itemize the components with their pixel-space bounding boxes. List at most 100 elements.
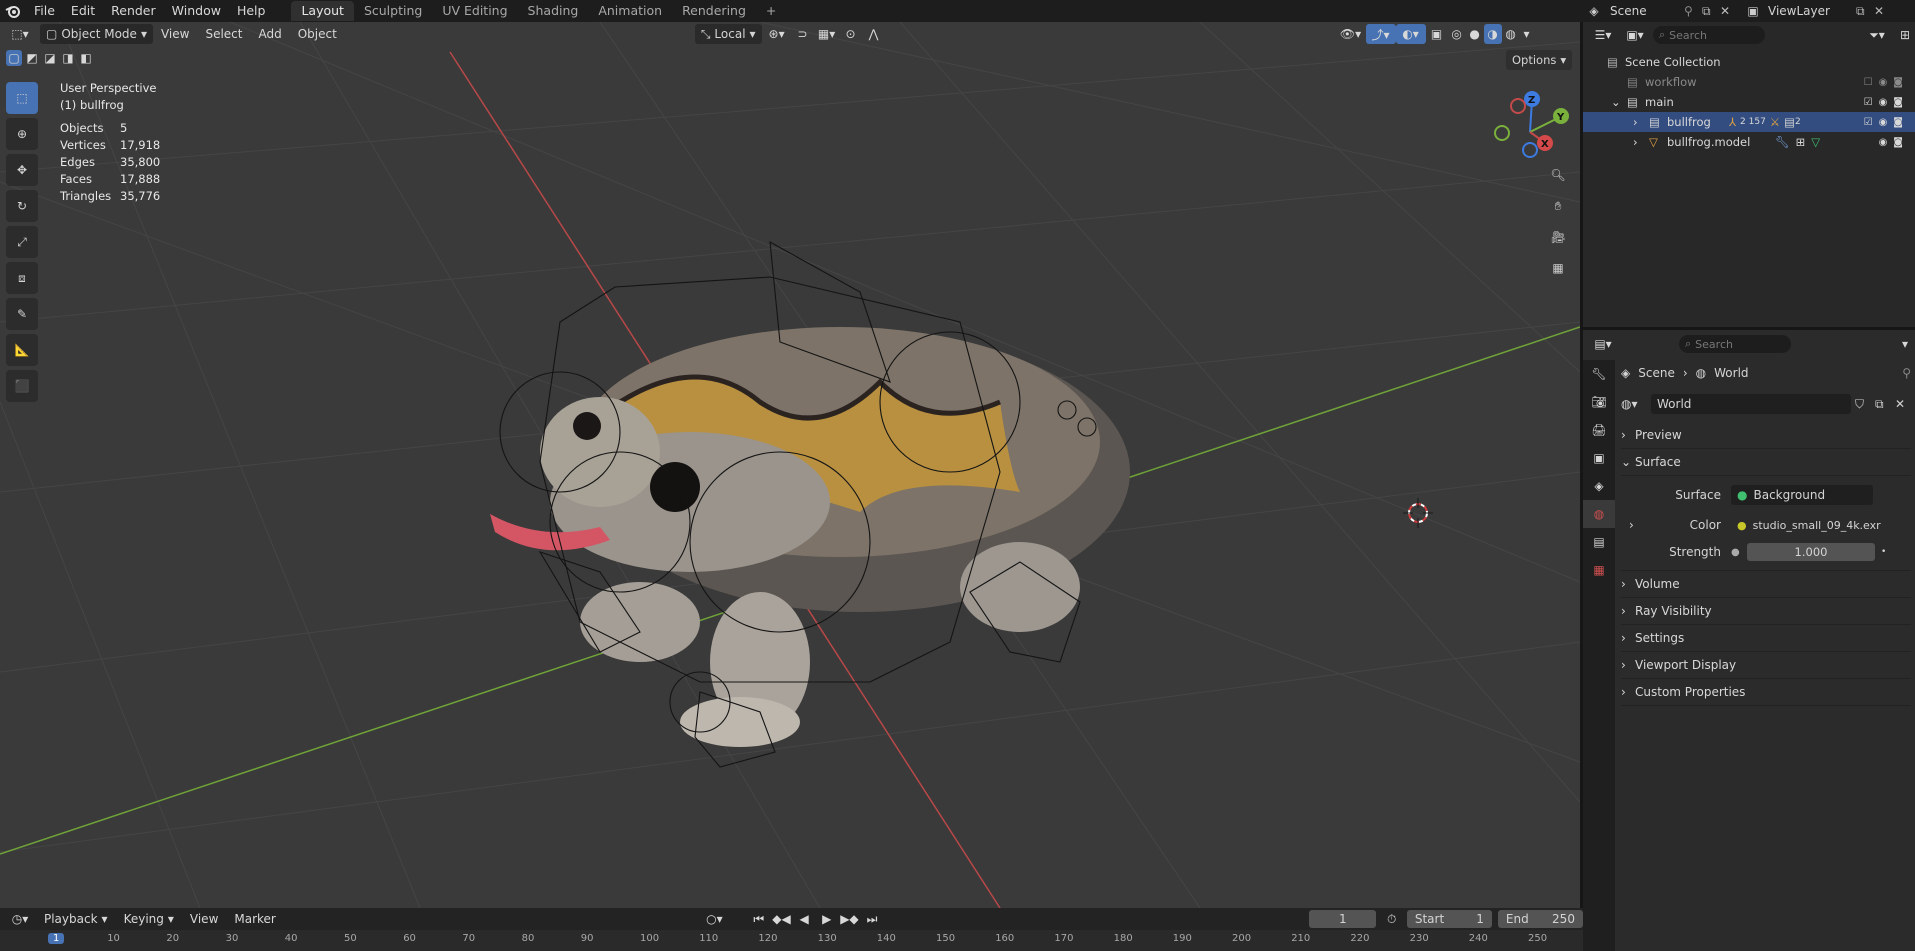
solid-shading-icon[interactable]: ●	[1466, 24, 1484, 44]
chevron-down-icon[interactable]: ▾	[1895, 334, 1915, 354]
strength-slider[interactable]: 1.000	[1747, 543, 1875, 561]
menu-help[interactable]: Help	[229, 0, 274, 22]
outliner-row-bullfrog[interactable]: › ▤ bullfrog ⅄ 2 157 ⚔ ▤ 2 ☑ ◉ ◙	[1583, 112, 1915, 132]
ortho-grid-icon[interactable]: ▦	[1545, 255, 1571, 281]
outliner-row-scene-collection[interactable]: ▤ Scene Collection	[1583, 52, 1915, 72]
select-intersect-icon[interactable]: ◧	[78, 50, 94, 66]
properties-search-input[interactable]: ⌕ Search	[1679, 335, 1791, 353]
filter-icon[interactable]: ⏷▾	[1863, 25, 1891, 45]
camera-view-icon[interactable]: 🎥︎	[1545, 224, 1571, 250]
gizmo-toggle-icon[interactable]: ⤴▾	[1365, 24, 1396, 44]
select-invert-icon[interactable]: ◨	[60, 50, 76, 66]
eye-icon[interactable]: ◉	[1879, 137, 1888, 148]
panel-viewport-display[interactable]: › Viewport Display	[1621, 652, 1911, 679]
jump-end-icon[interactable]: ⏭	[863, 909, 882, 929]
menu-render[interactable]: Render	[103, 0, 164, 22]
editor-type-icon[interactable]: ⬚▾	[0, 24, 40, 44]
outliner-row-workflow[interactable]: ▤ workflow ☐ ◉ ◙	[1583, 72, 1915, 92]
menu-window[interactable]: Window	[164, 0, 229, 22]
blender-logo-icon[interactable]	[0, 1, 26, 21]
delete-scene-icon[interactable]: ✕	[1720, 4, 1738, 18]
bullfrog-model[interactable]	[490, 327, 1130, 747]
view-layer-icon[interactable]: ▣	[1738, 4, 1768, 18]
keyframe-dot-icon[interactable]: •	[1881, 547, 1886, 557]
view-menu[interactable]: View	[153, 24, 197, 44]
annotate-tool-icon[interactable]: ✎	[6, 298, 38, 330]
new-view-layer-icon[interactable]: ⧉	[1856, 4, 1874, 19]
pin-icon[interactable]: ⚲	[1684, 4, 1702, 18]
outliner-row-main[interactable]: ⌄ ▤ main ☑ ◉ ◙	[1583, 92, 1915, 112]
tab-shading[interactable]: Shading	[518, 1, 589, 21]
render-tab-icon[interactable]: 📷︎	[1583, 388, 1615, 416]
3d-cursor-icon[interactable]	[1403, 498, 1433, 528]
camera-icon[interactable]: ◙	[1893, 77, 1903, 88]
tab-rendering[interactable]: Rendering	[672, 1, 756, 21]
visibility-icon[interactable]: 👁▾	[1336, 24, 1366, 44]
rotate-tool-icon[interactable]: ↻	[6, 190, 38, 222]
start-frame-field[interactable]: Start 1	[1406, 910, 1492, 928]
pivot-icon[interactable]: ⊛▾	[762, 24, 792, 44]
object-menu[interactable]: Object	[290, 24, 345, 44]
chevron-right-icon[interactable]: ›	[1633, 115, 1649, 129]
select-extend-icon[interactable]: ◩	[24, 50, 40, 66]
camera-icon[interactable]: ◙	[1893, 117, 1903, 128]
prev-keyframe-icon[interactable]: ◆◀	[772, 909, 791, 929]
menu-edit[interactable]: Edit	[63, 0, 103, 22]
rendered-shading-icon[interactable]: ◍	[1502, 24, 1520, 44]
tool-tab-icon[interactable]: 🔧︎	[1583, 360, 1615, 388]
snap-icon[interactable]: ⊃	[792, 24, 814, 44]
play-reverse-icon[interactable]: ◀	[795, 909, 814, 929]
panel-preview[interactable]: › Preview	[1621, 422, 1911, 449]
outliner-row-bullfrog-model[interactable]: › ▽ bullfrog.model 🔧︎ ⊞ ▽ ◉ ◙	[1583, 132, 1915, 152]
world-tab-icon[interactable]: ◍	[1583, 500, 1615, 528]
add-menu[interactable]: Add	[250, 24, 289, 44]
transform-orientation-dropdown[interactable]: ⤡ Local ▾	[694, 24, 762, 44]
eye-icon[interactable]: ◉	[1879, 97, 1888, 108]
auto-keying-icon[interactable]: ○▾	[700, 909, 728, 929]
current-frame-field[interactable]: 1	[1309, 910, 1377, 928]
fake-user-shield-icon[interactable]: ⛉	[1855, 397, 1871, 412]
scale-tool-icon[interactable]: ⤢	[6, 226, 38, 258]
add-workspace-button[interactable]: +	[756, 1, 786, 21]
camera-icon[interactable]: ◙	[1893, 137, 1903, 148]
panel-surface[interactable]: ⌄ Surface	[1621, 449, 1911, 476]
timeline-editor-type-icon[interactable]: ◷▾	[6, 909, 34, 929]
add-cube-tool-icon[interactable]: ⬛	[6, 370, 38, 402]
wireframe-shading-icon[interactable]: ◎	[1448, 24, 1466, 44]
tab-sculpting[interactable]: Sculpting	[354, 1, 432, 21]
end-frame-field[interactable]: End 250	[1497, 910, 1583, 928]
exclude-checkbox[interactable]: ☑	[1864, 117, 1873, 128]
scene-icon[interactable]: ◈	[1582, 4, 1606, 18]
panel-ray-visibility[interactable]: › Ray Visibility	[1621, 598, 1911, 625]
frame-ruler[interactable]: 1 10 20 30 40 50 60 70 80 90 100 110 120 130 140 150 160…	[0, 930, 1583, 951]
display-mode-icon[interactable]: ▣▾	[1621, 25, 1649, 45]
scene-name[interactable]: Scene	[1606, 4, 1684, 18]
chevron-right-icon[interactable]: ›	[1621, 518, 1641, 532]
menu-file[interactable]: File	[26, 0, 63, 22]
view-layer-name[interactable]: ViewLayer	[1768, 4, 1856, 18]
shading-options-icon[interactable]: ▾	[1520, 24, 1534, 44]
properties-editor-type-icon[interactable]: ▤▾	[1589, 334, 1617, 354]
world-browse-icon[interactable]: ◍▾	[1621, 397, 1647, 411]
next-keyframe-icon[interactable]: ▶◆	[840, 909, 859, 929]
world-name-field[interactable]: World	[1651, 394, 1851, 414]
eye-icon[interactable]: ◉	[1879, 77, 1888, 88]
measure-tool-icon[interactable]: 📐	[6, 334, 38, 366]
outliner-editor-type-icon[interactable]: ☰▾	[1589, 25, 1617, 45]
output-tab-icon[interactable]: 🖨︎	[1583, 416, 1615, 444]
panel-volume[interactable]: › Volume	[1621, 571, 1911, 598]
select-menu[interactable]: Select	[197, 24, 250, 44]
navigation-gizmo[interactable]: Z Y X	[1494, 91, 1569, 158]
falloff-icon[interactable]: ⋀	[862, 24, 886, 44]
panel-custom-properties[interactable]: › Custom Properties	[1621, 679, 1911, 706]
chevron-right-icon[interactable]: ›	[1633, 135, 1649, 149]
keying-menu[interactable]: Keying ▾	[118, 909, 180, 929]
exclude-checkbox[interactable]: ☑	[1864, 97, 1873, 108]
select-new-icon[interactable]: ▢	[6, 50, 22, 66]
new-scene-icon[interactable]: ⧉	[1702, 4, 1720, 19]
mode-dropdown[interactable]: ▢ Object Mode ▾	[40, 24, 153, 44]
scene-tab-icon[interactable]: ◈	[1583, 472, 1615, 500]
unlink-world-icon[interactable]: ✕	[1895, 397, 1911, 411]
play-icon[interactable]: ▶	[817, 909, 836, 929]
tab-layout[interactable]: Layout	[291, 1, 354, 21]
